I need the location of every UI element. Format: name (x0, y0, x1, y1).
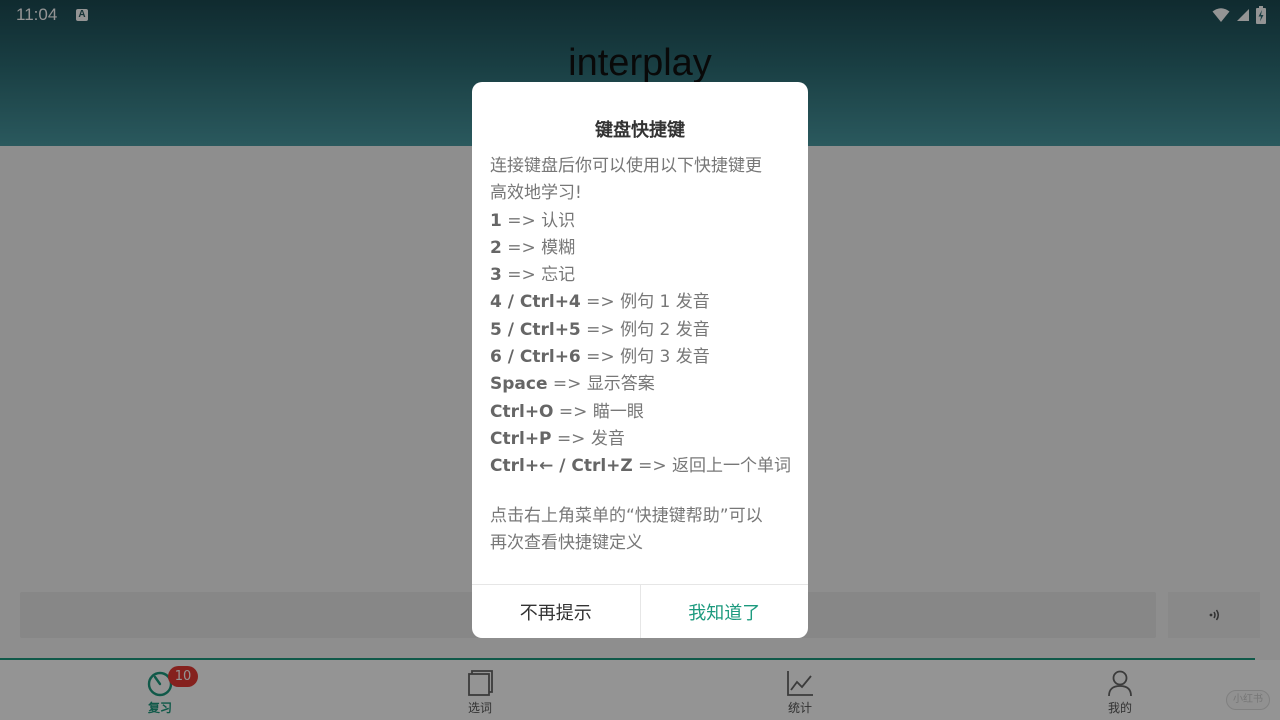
dialog-body: 连接键盘后你可以使用以下快捷键更 高效地学习! 1 => 认识 2 => 模糊 … (490, 153, 792, 557)
shortcut-key: Space (490, 374, 548, 395)
dialog-title: 键盘快捷键 (595, 120, 685, 141)
shortcut-row: Ctrl+O => 瞄一眼 (490, 399, 792, 426)
shortcut-action: 例句 3 发音 (620, 347, 710, 368)
dialog-footer: 不再提示 我知道了 (472, 584, 808, 638)
shortcut-arrow: => (638, 456, 667, 477)
shortcut-row: Space => 显示答案 (490, 371, 792, 398)
shortcut-key: 4 / Ctrl+4 (490, 292, 581, 313)
shortcut-arrow: => (556, 428, 586, 449)
shortcut-row: 3 => 忘记 (490, 262, 792, 289)
shortcut-row: 5 / Ctrl+5 => 例句 2 发音 (490, 317, 792, 344)
shortcut-arrow: => (586, 319, 615, 340)
shortcut-row: 6 / Ctrl+6 => 例句 3 发音 (490, 344, 792, 371)
shortcut-key: 2 (490, 237, 502, 258)
dont-show-again-button[interactable]: 不再提示 (472, 585, 640, 638)
shortcut-arrow: => (552, 374, 582, 395)
shortcut-arrow: => (586, 292, 615, 313)
shortcut-row: 4 / Ctrl+4 => 例句 1 发音 (490, 289, 792, 316)
footer-note-line: 再次查看快捷键定义 (490, 532, 643, 553)
shortcut-action: 模糊 (541, 237, 576, 258)
shortcut-key: 3 (490, 265, 502, 286)
shortcut-key: Ctrl+O (490, 401, 554, 422)
shortcut-row: 2 => 模糊 (490, 235, 792, 262)
shortcut-row: 1 => 认识 (490, 208, 792, 235)
shortcut-arrow: => (507, 237, 536, 258)
shortcut-row: Ctrl+P => 发音 (490, 426, 792, 453)
shortcut-row: Ctrl+← / Ctrl+Z => 返回上一个单词 (490, 453, 792, 480)
shortcut-action: 显示答案 (586, 374, 655, 395)
shortcut-action: 例句 1 发音 (620, 292, 710, 313)
got-it-button[interactable]: 我知道了 (639, 585, 809, 638)
shortcut-action: 返回上一个单词 (672, 456, 792, 477)
intro-line: 连接键盘后你可以使用以下快捷键更 (490, 156, 762, 176)
shortcut-action: 例句 2 发音 (620, 319, 710, 340)
shortcut-key: Ctrl+← / Ctrl+Z (490, 456, 633, 477)
shortcut-arrow: => (507, 265, 536, 286)
shortcut-arrow: => (586, 347, 615, 368)
shortcut-key: 6 / Ctrl+6 (490, 347, 581, 368)
shortcut-arrow: => (558, 401, 588, 422)
shortcut-arrow: => (507, 210, 536, 231)
footer-note-line: 点击右上角菜单的“快捷键帮助”可以 (490, 505, 763, 526)
shortcut-key: 5 / Ctrl+5 (490, 319, 581, 340)
shortcut-action: 忘记 (541, 265, 576, 286)
shortcut-key: Ctrl+P (490, 428, 552, 449)
shortcut-action: 瞄一眼 (592, 401, 644, 422)
keyboard-shortcuts-dialog: 键盘快捷键 连接键盘后你可以使用以下快捷键更 高效地学习! 1 => 认识 2 … (472, 82, 808, 638)
shortcut-action: 认识 (541, 210, 576, 231)
shortcut-key: 1 (490, 210, 502, 231)
intro-line: 高效地学习! (490, 183, 582, 204)
shortcut-action: 发音 (590, 428, 625, 449)
